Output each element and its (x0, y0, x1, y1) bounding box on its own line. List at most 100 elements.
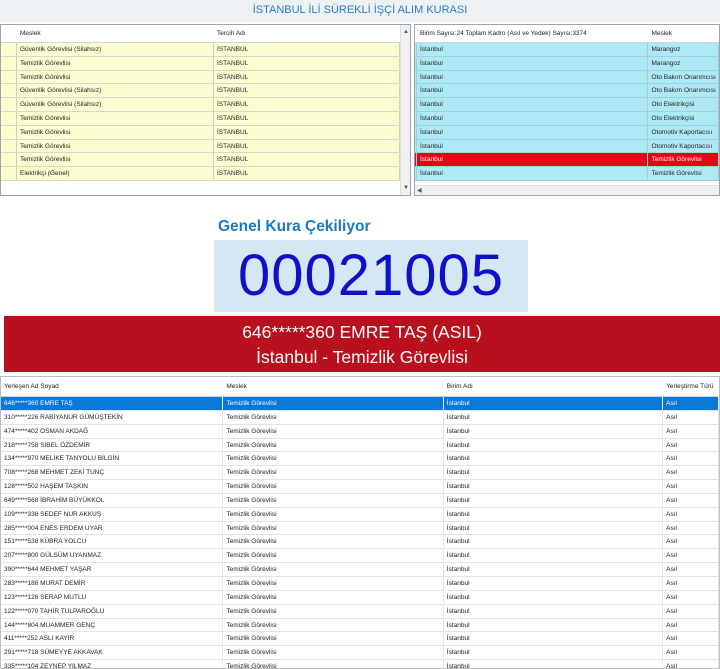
vertical-scrollbar[interactable]: ▲ ▼ (400, 25, 410, 195)
table-row[interactable]: Güvenlik Görevlisi (Silahsız) İSTANBUL (1, 84, 410, 99)
table-row[interactable]: 207*****800 GÜLSÜM UYANMAZ Temizlik Görev… (1, 549, 719, 564)
column-header-meslek[interactable]: Meslek (648, 25, 719, 42)
table-row[interactable]: Elektrikçi (Genel) İSTANBUL (1, 167, 410, 181)
table-cell: Otomotiv Kaportacısı (648, 125, 719, 139)
table-cell: İstanbul (444, 535, 664, 549)
table-cell: Temizlik Görevlisi (223, 576, 444, 590)
winner-name: 646*****360 EMRE TAŞ (ASIL) (242, 322, 482, 342)
table-cell: İstanbul (444, 480, 664, 493)
table-row[interactable]: 335*****104 ZEYNEP YILMAZ Temizlik Görevl… (1, 660, 719, 668)
table-cell: Temizlik Görevlisi (223, 618, 444, 632)
table-row[interactable]: 291*****718 SÜMEYYE AKKAVAK Temizlik Göre… (1, 646, 719, 661)
unit-grid[interactable]: Birim Sayısı:24 Toplam Kadro (Asıl ve Ye… (414, 24, 720, 196)
table-cell: Asıl (663, 507, 719, 521)
table-row[interactable]: Güvenlik Görevlisi (Silahsız) İSTANBUL (1, 43, 410, 57)
table-row[interactable]: 646*****360 EMRE TAŞ Temizlik Görevlisi İs… (1, 397, 719, 411)
table-row[interactable]: Temizlik Görevlisi İSTANBUL (1, 139, 410, 154)
table-cell (1, 153, 17, 167)
table-cell: İstanbul (444, 507, 664, 521)
table-row[interactable]: İstanbul Oto Bakım Onarımcısı (415, 70, 719, 85)
table-row[interactable]: İstanbul Marangoz (415, 56, 719, 71)
table-row[interactable]: 474*****402 OSMAN AKDAĞ Temizlik Görevlis… (1, 424, 719, 439)
table-cell: İstanbul (444, 452, 664, 466)
table-row[interactable]: Temizlik Görevlisi İSTANBUL (1, 70, 410, 85)
table-cell: İstanbul (417, 111, 649, 125)
table-row[interactable]: İstanbul Oto Elektrikçisi (415, 98, 719, 112)
table-row[interactable]: 134*****970 MELİKE TANYOLU BİLGİN Temizli… (1, 452, 719, 467)
table-row[interactable]: İstanbul Marangoz (415, 43, 719, 57)
table-cell: 122*****070 TAHİR TULPAROĞLU (1, 604, 224, 618)
column-header-tercih[interactable]: Tercih Adı (214, 25, 400, 42)
table-row[interactable]: 283*****188 MURAT DEMİR Temizlik Görevlis… (1, 576, 719, 591)
table-row[interactable]: 708*****268 MEHMET ZEKİ TUNÇ Temizlik Gör… (1, 466, 719, 481)
window-title: İSTANBUL İLİ SÜREKLİ İŞÇİ ALIM KURASI (0, 0, 720, 22)
table-row[interactable]: 285*****004 ENES ERDEM UYAR Temizlik Göre… (1, 521, 719, 536)
table-cell: İSTANBUL (214, 84, 400, 98)
unit-grid-rows: İstanbul Marangoz İstanbul Marangoz İstanbul… (415, 43, 719, 181)
table-cell: İSTANBUL (214, 111, 400, 125)
table-cell: Güvenlik Görevlisi (Silahsız) (17, 43, 214, 56)
table-row[interactable]: 123*****126 SERAP MUTLU Temizlik Görevlis… (1, 590, 719, 605)
table-cell: Temizlik Görevlisi (223, 507, 444, 521)
scroll-down-icon[interactable]: ▼ (401, 183, 410, 193)
table-cell: Temizlik Görevlisi (223, 438, 444, 452)
table-row[interactable]: Temizlik Görevlisi İSTANBUL (1, 125, 410, 140)
table-cell: Asıl (663, 632, 719, 646)
table-row[interactable]: 109*****338 SEDEF NUR AKKUŞ Temizlik Göre… (1, 507, 719, 522)
table-row[interactable]: 128*****502 HAŞEM TAŞKIN Temizlik Görevli… (1, 480, 719, 494)
table-cell: Temizlik Görevlisi (17, 56, 214, 70)
table-cell: 649*****568 İBRAHİM BÜYÜKKOL (1, 493, 224, 507)
horizontal-scrollbar[interactable]: ◀ (415, 185, 719, 195)
table-cell: İstanbul (444, 521, 664, 535)
table-row[interactable]: 649*****568 İBRAHİM BÜYÜKKOL Temizlik Gör… (1, 493, 719, 508)
table-cell: İSTANBUL (214, 153, 400, 167)
column-header-tur[interactable]: Yerleştirme Türü (663, 377, 719, 396)
table-row[interactable]: Temizlik Görevlisi İSTANBUL (1, 111, 410, 126)
column-header-ad-soyad[interactable]: Yerleşen Ad Soyad (1, 377, 223, 396)
table-row[interactable]: 390*****644 MEHMET YAŞAR Temizlik Görevli… (1, 563, 719, 577)
table-cell: İSTANBUL (214, 70, 400, 84)
table-row[interactable]: 218*****758 SİBEL ÖZDEMİR Temizlik Görevl… (1, 438, 719, 453)
table-cell: Asıl (663, 604, 719, 618)
table-row[interactable]: İstanbul Oto Elektrikçisi (415, 111, 719, 126)
table-row[interactable]: Temizlik Görevlisi İSTANBUL (1, 56, 410, 71)
table-cell: Asıl (663, 563, 719, 576)
table-cell: İstanbul (444, 563, 664, 576)
winner-banner: 646*****360 EMRE TAŞ (ASIL) İstanbul - T… (4, 316, 720, 372)
column-header-meslek[interactable]: Meslek (17, 25, 214, 42)
table-cell: 207*****800 GÜLSÜM UYANMAZ (1, 549, 224, 563)
table-cell: İstanbul (444, 424, 664, 438)
table-cell: Oto Bakım Onarımcısı (648, 70, 719, 84)
table-cell: 411*****252 ASLI KAYIR (1, 632, 224, 646)
table-row[interactable]: İstanbul Otomotiv Kaportacısı (415, 139, 719, 154)
scroll-left-icon[interactable]: ◀ (417, 186, 422, 195)
table-cell: Asıl (663, 466, 719, 480)
scroll-up-icon[interactable]: ▲ (401, 27, 410, 37)
table-cell: 646*****360 EMRE TAŞ (1, 397, 224, 410)
table-row[interactable]: İstanbul Temizlik Görevlisi (415, 153, 719, 168)
table-row[interactable]: 144*****804 MUAMMER GENÇ Temizlik Görevli… (1, 618, 719, 633)
table-row[interactable]: İstanbul Oto Bakım Onarımcısı (415, 84, 719, 99)
table-cell (1, 111, 17, 125)
column-header-birim[interactable]: Birim Sayısı:24 Toplam Kadro (Asıl ve Ye… (417, 25, 648, 42)
column-header-meslek[interactable]: Meslek (223, 377, 443, 396)
table-cell: İstanbul (417, 84, 649, 98)
table-cell: İstanbul (417, 56, 649, 70)
table-row[interactable]: 411*****252 ASLI KAYIR Temizlik Görevlisi… (1, 632, 719, 647)
table-row[interactable]: 151*****538 KÜBRA YOLCU Temizlik Görevlis… (1, 535, 719, 550)
table-row[interactable]: Temizlik Görevlisi İSTANBUL (1, 153, 410, 168)
table-row[interactable]: İstanbul Temizlik Görevlisi (415, 167, 719, 181)
table-cell: 291*****718 SÜMEYYE AKKAVAK (1, 646, 224, 660)
column-header-birim[interactable]: Birim Adı (444, 377, 663, 396)
table-row[interactable]: Güvenlik Görevlisi (Silahsız) İSTANBUL (1, 98, 410, 112)
table-row[interactable]: 122*****070 TAHİR TULPAROĞLU Temizlik Gör… (1, 604, 719, 619)
table-row[interactable]: İstanbul Otomotiv Kaportacısı (415, 125, 719, 140)
placement-results-grid[interactable]: Yerleşen Ad Soyad Meslek Birim Adı Yerle… (0, 376, 720, 669)
table-cell: Temizlik Görevlisi (223, 452, 444, 466)
table-cell: 390*****644 MEHMET YAŞAR (1, 563, 224, 576)
table-cell: İstanbul (444, 576, 664, 590)
column-header[interactable] (1, 25, 17, 42)
table-row[interactable]: 310*****226 RABİYANUR GÜMÜŞTEKİN Temizlik… (1, 410, 719, 425)
table-cell: Temizlik Görevlisi (223, 521, 444, 535)
preference-grid[interactable]: Meslek Tercih Adı Güvenlik Görevlisi (Si… (0, 24, 411, 196)
